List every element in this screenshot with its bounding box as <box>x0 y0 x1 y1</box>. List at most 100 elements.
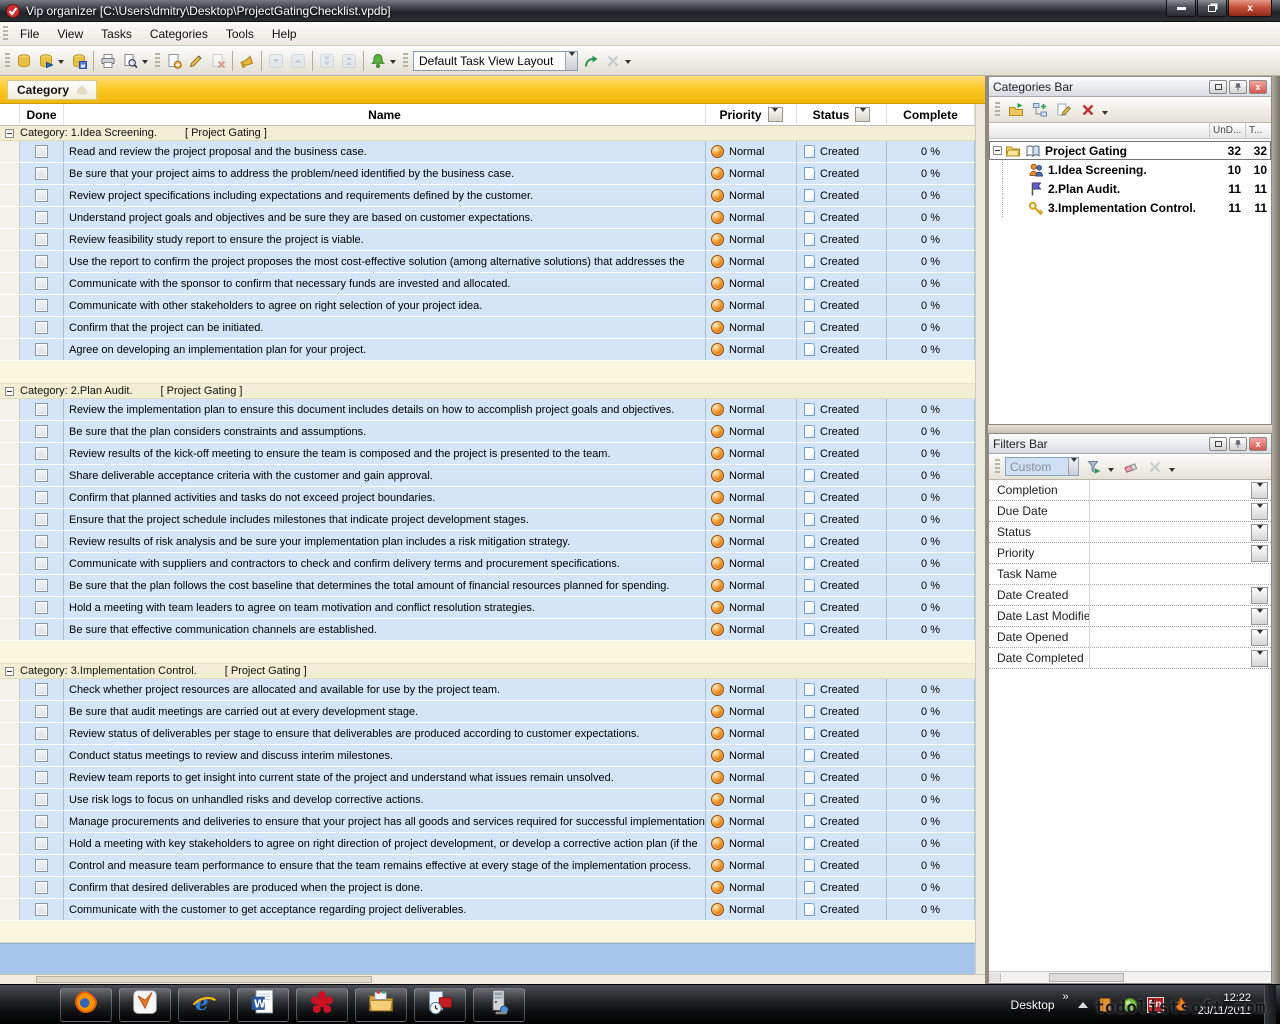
status-cell[interactable]: Created <box>797 855 887 876</box>
status-cell[interactable]: Created <box>797 701 887 722</box>
priority-cell[interactable]: Normal <box>706 421 797 442</box>
done-checkbox[interactable] <box>35 189 48 202</box>
tree-item-1-idea-screening-[interactable]: 1.Idea Screening.1010 <box>989 160 1271 179</box>
priority-cell[interactable]: Normal <box>706 723 797 744</box>
row-selector[interactable] <box>0 553 20 574</box>
row-selector[interactable] <box>0 487 20 508</box>
taskbar-app-internet-explorer[interactable]: e <box>178 988 230 1022</box>
row-selector[interactable] <box>0 745 20 766</box>
priority-cell[interactable]: Normal <box>706 163 797 184</box>
filter-value-field[interactable] <box>1089 522 1251 542</box>
minimize-button[interactable] <box>1166 0 1196 17</box>
dropdown-caret-icon[interactable] <box>58 60 64 64</box>
priority-cell[interactable]: Normal <box>706 185 797 206</box>
status-cell[interactable]: Created <box>797 811 887 832</box>
priority-cell[interactable]: Normal <box>706 465 797 486</box>
done-checkbox[interactable] <box>35 601 48 614</box>
menu-file[interactable]: File <box>11 24 48 44</box>
task-name-cell[interactable]: Use risk logs to focus on unhandled risk… <box>64 789 706 810</box>
priority-cell[interactable]: Normal <box>706 273 797 294</box>
priority-filter-button[interactable] <box>768 107 783 122</box>
status-cell[interactable]: Created <box>797 509 887 530</box>
priority-cell[interactable]: Normal <box>706 443 797 464</box>
task-name-cell[interactable]: Manage procurements and deliveries to en… <box>64 811 706 832</box>
filter-dropdown-button[interactable] <box>1251 482 1268 499</box>
row-selector[interactable] <box>0 465 20 486</box>
done-checkbox[interactable] <box>35 683 48 696</box>
task-name-cell[interactable]: Read and review the project proposal and… <box>64 141 706 162</box>
done-checkbox[interactable] <box>35 491 48 504</box>
add-category-icon[interactable] <box>1005 99 1027 121</box>
row-selector[interactable] <box>0 701 20 722</box>
toolbar-grip[interactable] <box>403 53 408 69</box>
status-cell[interactable]: Created <box>797 229 887 250</box>
row-selector[interactable] <box>0 185 20 206</box>
filter-value-field[interactable] <box>1089 480 1251 500</box>
priority-cell[interactable]: Normal <box>706 899 797 920</box>
status-cell[interactable]: Created <box>797 723 887 744</box>
status-cell[interactable]: Created <box>797 487 887 508</box>
taskbar-app-vip-organizer[interactable] <box>119 988 171 1022</box>
done-checkbox[interactable] <box>35 167 48 180</box>
chevron-down-icon[interactable] <box>1068 458 1078 475</box>
row-selector[interactable] <box>0 339 20 360</box>
row-selector[interactable] <box>0 251 20 272</box>
row-selector[interactable] <box>0 575 20 596</box>
row-selector[interactable] <box>0 679 20 700</box>
row-selector[interactable] <box>0 619 20 640</box>
panel-pin-icon[interactable] <box>1229 437 1247 451</box>
row-selector[interactable] <box>0 509 20 530</box>
priority-cell[interactable]: Normal <box>706 767 797 788</box>
task-name-cell[interactable]: Be sure that the plan considers constrai… <box>64 421 706 442</box>
status-cell[interactable]: Created <box>797 399 887 420</box>
status-cell[interactable]: Created <box>797 185 887 206</box>
task-name-cell[interactable]: Share deliverable acceptance criteria wi… <box>64 465 706 486</box>
done-checkbox[interactable] <box>35 705 48 718</box>
priority-cell[interactable]: Normal <box>706 487 797 508</box>
done-checkbox[interactable] <box>35 859 48 872</box>
eraser-icon[interactable] <box>1120 456 1142 478</box>
taskbar-app-file-manager[interactable] <box>355 988 407 1022</box>
row-selector[interactable] <box>0 811 20 832</box>
taskbar-app-red-app[interactable] <box>296 988 348 1022</box>
done-checkbox[interactable] <box>35 425 48 438</box>
taskbar-app-computer[interactable] <box>473 988 525 1022</box>
dropdown-caret-icon[interactable] <box>390 60 396 64</box>
toolbar-grip[interactable] <box>995 102 1000 118</box>
panel-close-icon[interactable]: x <box>1249 437 1267 451</box>
restore-button[interactable] <box>1197 0 1227 17</box>
row-selector[interactable] <box>0 877 20 898</box>
add-subcategory-icon[interactable] <box>1029 99 1051 121</box>
done-checkbox[interactable] <box>35 447 48 460</box>
panel-restore-icon[interactable] <box>1209 437 1227 451</box>
status-cell[interactable]: Created <box>797 767 887 788</box>
filter-dropdown-button[interactable] <box>1251 545 1268 562</box>
done-checkbox[interactable] <box>35 145 48 158</box>
status-cell[interactable]: Created <box>797 899 887 920</box>
task-name-cell[interactable]: Communicate with other stakeholders to a… <box>64 295 706 316</box>
print-icon[interactable] <box>97 50 119 72</box>
taskbar-app-word[interactable]: W <box>237 988 289 1022</box>
group-by-category-button[interactable]: Category <box>7 80 97 100</box>
priority-cell[interactable]: Normal <box>706 877 797 898</box>
row-selector[interactable] <box>0 443 20 464</box>
task-name-cell[interactable]: Confirm that planned activities and task… <box>64 487 706 508</box>
task-name-cell[interactable]: Be sure that your project aims to addres… <box>64 163 706 184</box>
dropdown-caret-icon[interactable] <box>1102 111 1108 115</box>
done-checkbox[interactable] <box>35 881 48 894</box>
filter-dropdown-button[interactable] <box>1251 587 1268 604</box>
category-group-row[interactable]: Category: 1.Idea Screening.[ Project Gat… <box>0 126 985 141</box>
dropdown-caret-icon[interactable] <box>142 60 148 64</box>
add-task-icon[interactable] <box>163 50 185 72</box>
show-hidden-icons-icon[interactable] <box>1078 1002 1088 1008</box>
done-checkbox[interactable] <box>35 321 48 334</box>
row-selector[interactable] <box>0 531 20 552</box>
priority-cell[interactable]: Normal <box>706 597 797 618</box>
row-selector[interactable] <box>0 833 20 854</box>
row-selector[interactable] <box>0 421 20 442</box>
priority-cell[interactable]: Normal <box>706 207 797 228</box>
reminder-icon[interactable] <box>236 50 258 72</box>
priority-cell[interactable]: Normal <box>706 789 797 810</box>
done-checkbox[interactable] <box>35 469 48 482</box>
done-checkbox[interactable] <box>35 623 48 636</box>
